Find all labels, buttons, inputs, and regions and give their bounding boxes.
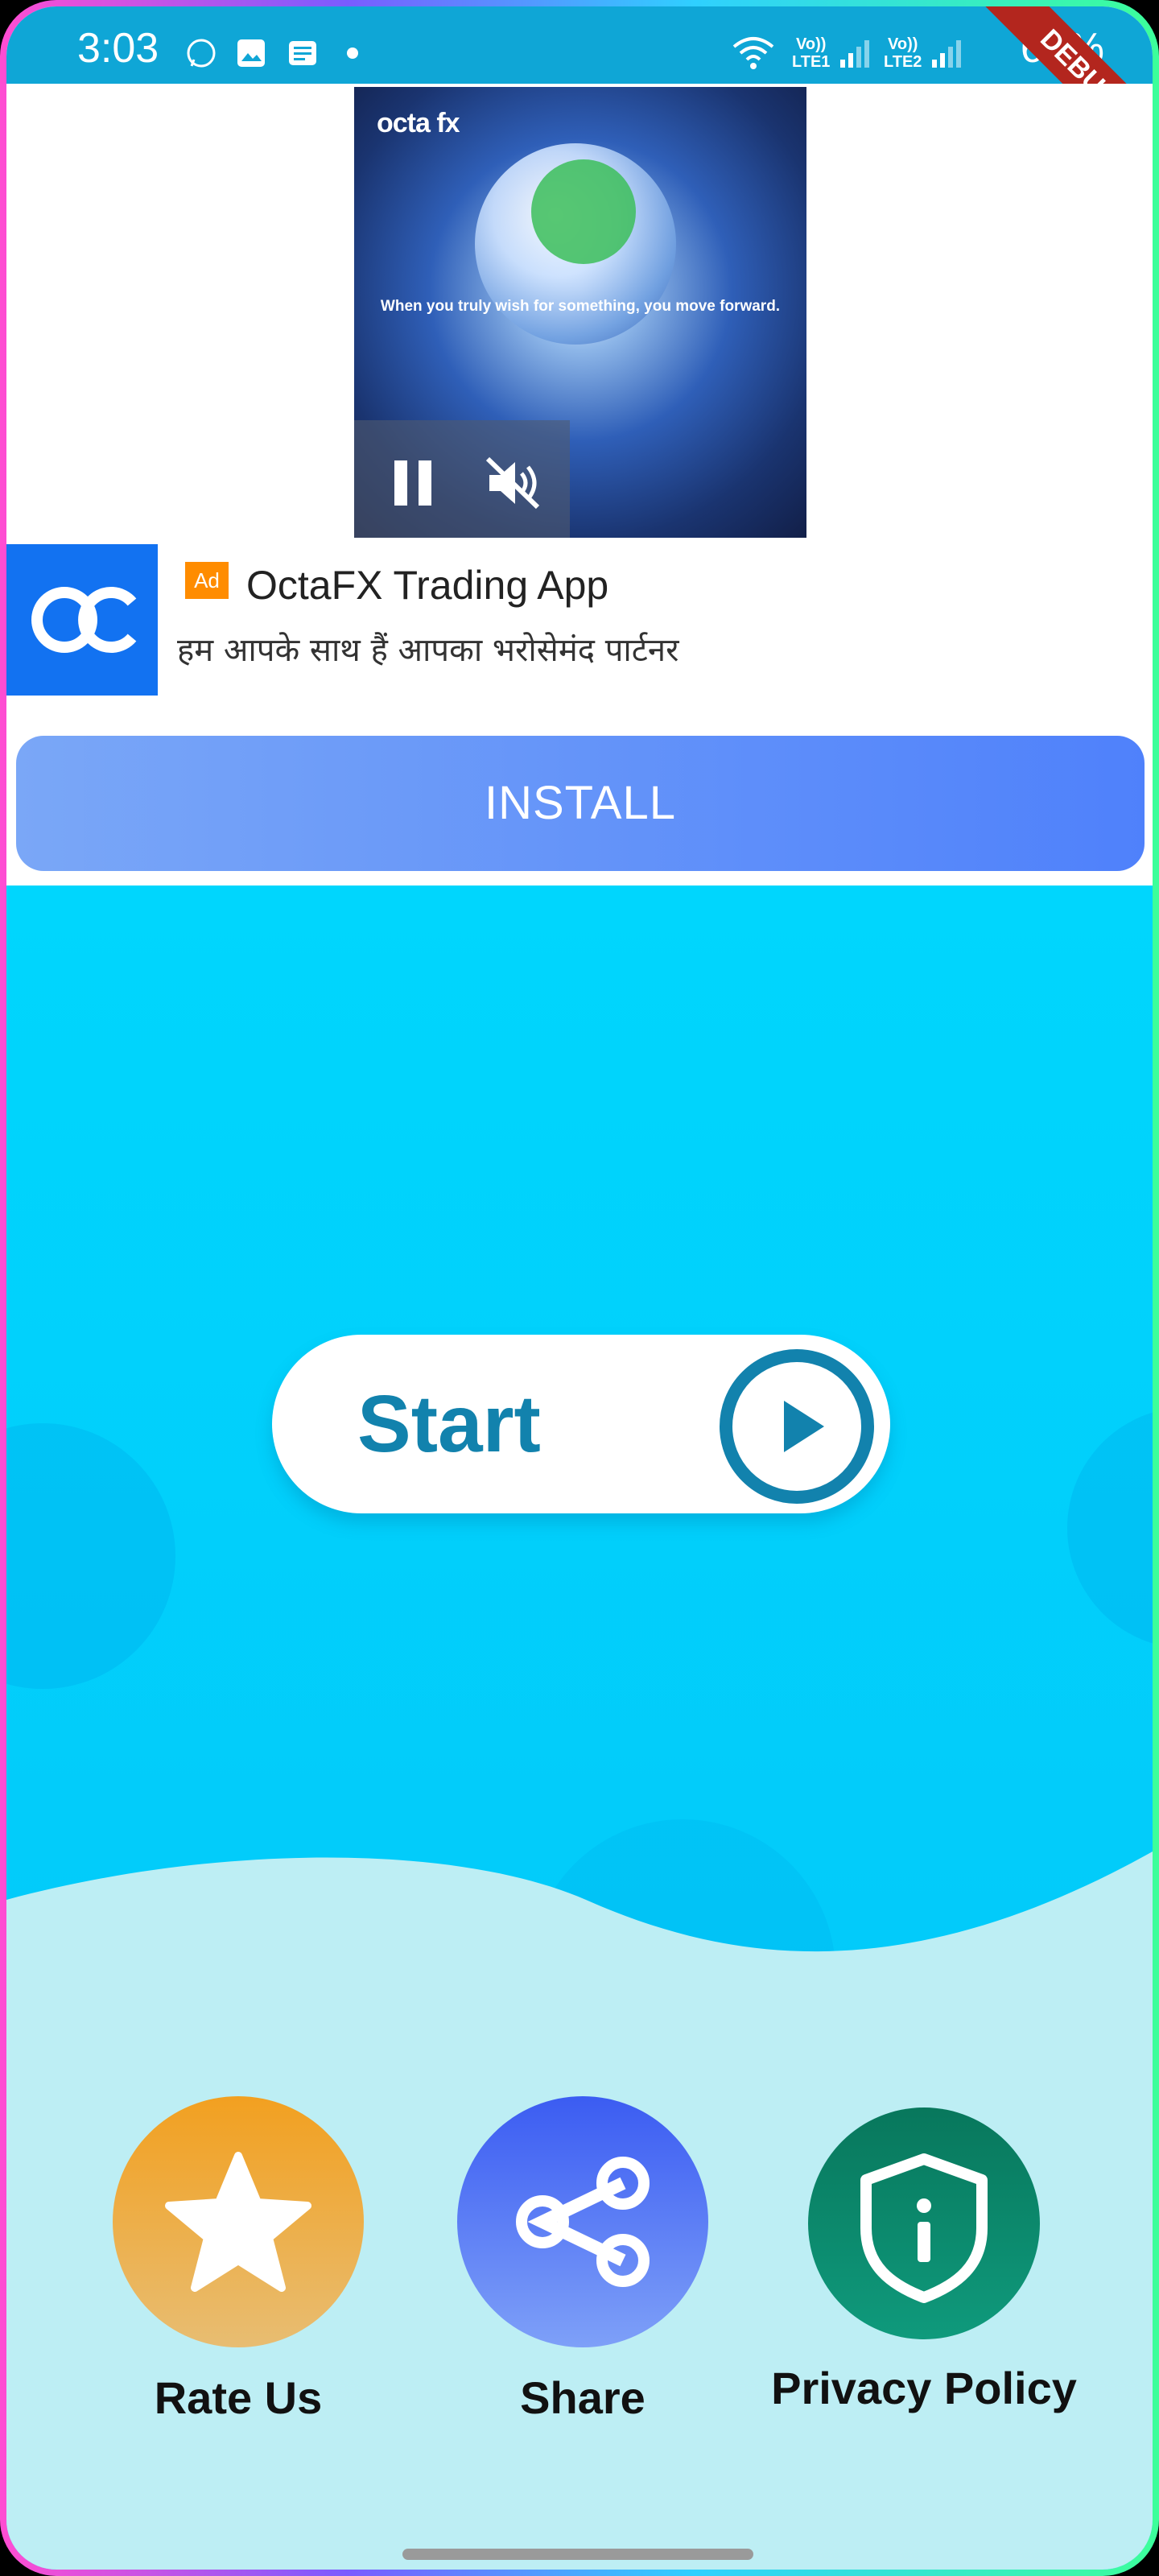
- share-label: Share: [520, 2372, 645, 2423]
- signal2-icon: [932, 40, 961, 68]
- ad-app-logo[interactable]: [6, 544, 158, 696]
- share-button[interactable]: [457, 2096, 708, 2347]
- shield-info-icon: [860, 2153, 988, 2303]
- rate-us-button[interactable]: [113, 2096, 364, 2347]
- video-caption: When you truly wish for something, you m…: [380, 298, 781, 315]
- sim1-indicator: Vo)) LTE1: [792, 35, 831, 71]
- video-brand: octa fx: [377, 108, 460, 138]
- signal1-icon: [840, 40, 869, 68]
- ad-description: हम आपके साथ हैं आपका भरोसेमंद पार्टनर: [177, 632, 679, 669]
- rate-us-label: Rate Us: [154, 2372, 323, 2423]
- start-button[interactable]: Start: [272, 1335, 890, 1513]
- ad-title[interactable]: OctaFX Trading App: [246, 562, 608, 609]
- video-whatsapp-bubble: [531, 159, 636, 264]
- whatsapp-icon: [187, 39, 216, 68]
- install-button[interactable]: INSTALL: [16, 736, 1145, 871]
- rate-us-action[interactable]: Rate Us: [113, 2096, 364, 2424]
- ad-badge: Ad: [185, 562, 229, 599]
- wifi-icon: [732, 37, 774, 69]
- share-icon: [516, 2157, 650, 2287]
- play-icon: [720, 1349, 874, 1504]
- privacy-policy-label: Privacy Policy: [771, 2363, 1077, 2413]
- sim2-indicator: Vo)) LTE2: [884, 35, 922, 71]
- octafx-logo-icon: [31, 587, 137, 653]
- privacy-policy-action[interactable]: Privacy Policy: [763, 2107, 1085, 2414]
- start-label: Start: [357, 1379, 541, 1469]
- share-action[interactable]: Share: [457, 2096, 708, 2424]
- main-area: Start Rate Us Share Privacy Policy: [6, 886, 1153, 2570]
- notification-dot-icon: [347, 47, 358, 59]
- star-icon: [165, 2152, 311, 2292]
- device-frame: 3:03 Vo)) LTE1 Vo)) LTE2 DEBUG octa fx W…: [0, 0, 1159, 2576]
- status-time: 3:03: [77, 25, 159, 72]
- ad-video[interactable]: octa fx When you truly wish for somethin…: [354, 87, 806, 538]
- coin-decoration-right: [1067, 1407, 1153, 1649]
- mute-icon[interactable]: [481, 451, 546, 515]
- screen: 3:03 Vo)) LTE1 Vo)) LTE2 DEBUG octa fx W…: [6, 6, 1153, 2570]
- video-controls: [354, 420, 570, 538]
- bitcoin-decoration-left: [6, 1423, 175, 1689]
- home-indicator[interactable]: [402, 2549, 753, 2560]
- ad-banner[interactable]: octa fx When you truly wish for somethin…: [6, 84, 1153, 886]
- gallery-icon: [237, 39, 265, 67]
- pause-button[interactable]: [385, 452, 441, 509]
- status-bar: 3:03 Vo)) LTE1 Vo)) LTE2 DEBUG: [6, 6, 1153, 171]
- message-icon: [289, 41, 316, 65]
- privacy-policy-button[interactable]: [808, 2107, 1040, 2339]
